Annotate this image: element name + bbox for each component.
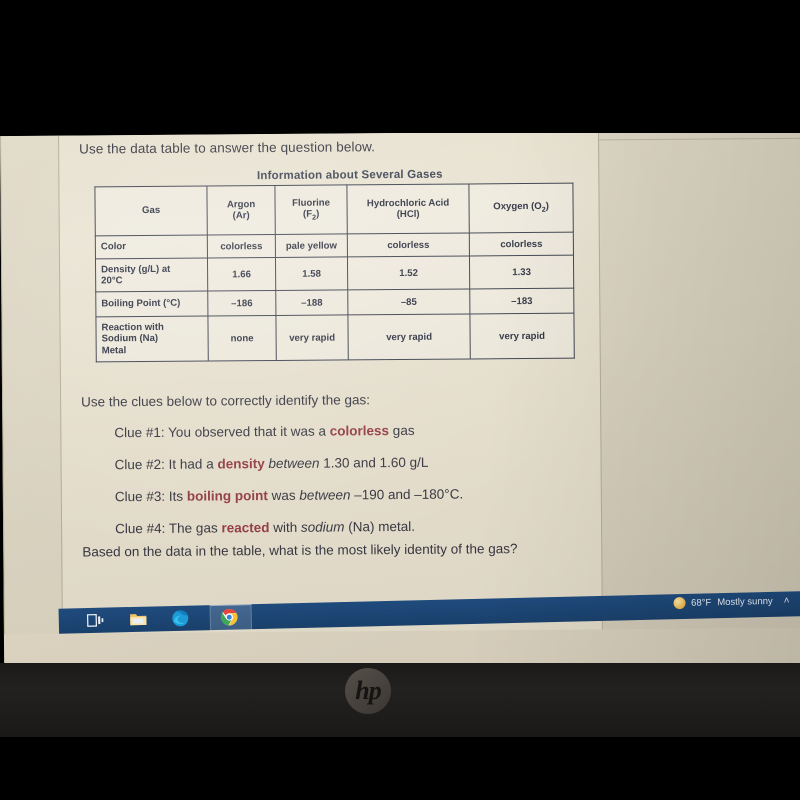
gas-data-table: Gas Argon (Ar) Fluorine (F2) Hydrochlori… bbox=[94, 183, 575, 363]
cell-value: very rapid bbox=[275, 314, 349, 361]
cell-value: 1.52 bbox=[347, 255, 470, 290]
hp-logo: hp bbox=[345, 668, 391, 714]
chevron-up-icon[interactable]: ˄ bbox=[784, 595, 790, 606]
clue-mid: was bbox=[267, 487, 300, 504]
cell-value: 1.33 bbox=[469, 255, 574, 289]
clue-item-3: Clue #3: Its boiling point was between –… bbox=[115, 486, 587, 505]
row-label: Color bbox=[95, 235, 208, 259]
clue-italic: between bbox=[268, 455, 320, 472]
table-title: Information about Several Gases bbox=[256, 168, 443, 183]
table-row-boiling-point: Boiling Point (°C) –186 –188 –85 –183 bbox=[95, 288, 574, 317]
column-formula: (F2) bbox=[302, 208, 320, 222]
laptop-screen: Use the data table to answer the questio… bbox=[0, 129, 800, 674]
clue-prefix: Clue #2: It had a bbox=[114, 456, 218, 473]
table-row-sodium-reaction: Reaction with Sodium (Na) Metal none very … bbox=[95, 313, 575, 362]
table-corner-header: Gas bbox=[94, 186, 208, 236]
clue-item-1: Clue #1: You observed that it was a colo… bbox=[114, 422, 586, 441]
weather-condition: Mostly sunny bbox=[717, 595, 773, 608]
column-name: Fluorine bbox=[292, 197, 331, 209]
column-name: Oxygen (O2) bbox=[493, 201, 549, 215]
cell-value: colorless bbox=[347, 232, 470, 257]
weather-widget[interactable]: 68°F Mostly sunny ˄ bbox=[672, 594, 790, 610]
cell-value: very rapid bbox=[469, 313, 575, 359]
column-formula: (HCl) bbox=[396, 208, 420, 221]
clues-lead: Use the clues below to correctly identif… bbox=[81, 392, 371, 410]
column-formula: (Ar) bbox=[232, 210, 250, 222]
column-name: Hydrochloric Acid bbox=[366, 197, 450, 209]
page-right-margin bbox=[598, 129, 800, 630]
cell-value: 1.66 bbox=[207, 257, 276, 292]
clue-highlight: density bbox=[217, 456, 265, 472]
photo-top-border bbox=[0, 0, 800, 133]
clue-item-2: Clue #2: It had a density between 1.30 a… bbox=[114, 454, 587, 473]
cell-value: –188 bbox=[275, 289, 348, 316]
clues-section: Use the clues below to correctly identif… bbox=[81, 391, 587, 554]
column-header-oxygen: Oxygen (O2) bbox=[468, 183, 574, 233]
row-label: Density (g/L) at 20°C bbox=[95, 258, 208, 292]
clue-suffix: –190 and –180°C. bbox=[350, 486, 464, 503]
cell-value: none bbox=[207, 315, 277, 362]
column-name: Argon bbox=[226, 198, 256, 211]
task-view-icon[interactable] bbox=[86, 611, 105, 630]
clue-highlight: colorless bbox=[329, 423, 390, 439]
laptop-bezel: hp bbox=[0, 663, 800, 737]
page-left-margin bbox=[0, 135, 63, 635]
clue-item-4: Clue #4: The gas reacted with sodium (Na… bbox=[115, 518, 587, 537]
column-header-hydrochloric-acid: Hydrochloric Acid (HCl) bbox=[346, 183, 470, 234]
clue-highlight: reacted bbox=[221, 520, 270, 536]
weather-temperature: 68°F bbox=[690, 596, 712, 609]
column-header-fluorine: Fluorine (F2) bbox=[274, 184, 348, 235]
table-row-density: Density (g/L) at 20°C 1.66 1.58 1.52 1.33 bbox=[95, 255, 574, 292]
cell-value: –85 bbox=[347, 288, 470, 315]
clue-prefix: Clue #1: You observed that it was a bbox=[114, 423, 330, 441]
cell-value: colorless bbox=[207, 234, 276, 259]
photo-bottom-border bbox=[0, 737, 800, 800]
sun-icon bbox=[672, 596, 686, 610]
clue-mid: with bbox=[269, 519, 302, 536]
clue-italic: between bbox=[299, 487, 351, 503]
clue-suffix: (Na) metal. bbox=[344, 518, 416, 535]
intro-instruction: Use the data table to answer the questio… bbox=[79, 139, 376, 157]
clue-suffix: 1.30 and 1.60 g/L bbox=[319, 454, 429, 471]
clue-prefix: Clue #4: The gas bbox=[115, 520, 222, 537]
table-header-row: Gas Argon (Ar) Fluorine (F2) Hydrochlori… bbox=[94, 183, 574, 236]
google-chrome-icon[interactable] bbox=[220, 607, 239, 626]
cell-value: 1.58 bbox=[275, 256, 348, 291]
column-header-argon: Argon (Ar) bbox=[206, 185, 276, 236]
microsoft-edge-icon[interactable] bbox=[171, 609, 190, 628]
clue-highlight: boiling point bbox=[186, 488, 268, 504]
worksheet-page: Use the data table to answer the questio… bbox=[58, 131, 603, 634]
cell-value: very rapid bbox=[347, 313, 471, 360]
screenshot-root: Use the data table to answer the questio… bbox=[0, 0, 800, 800]
file-explorer-icon[interactable] bbox=[129, 610, 148, 629]
cell-value: –183 bbox=[469, 288, 574, 314]
clue-italic: sodium bbox=[300, 519, 345, 535]
clue-prefix: Clue #3: Its bbox=[114, 488, 187, 505]
row-label: Boiling Point (°C) bbox=[95, 291, 208, 317]
cell-value: –186 bbox=[207, 290, 276, 317]
clue-suffix: gas bbox=[388, 422, 415, 439]
final-question: Based on the data in the table, what is … bbox=[82, 541, 518, 560]
cell-value: pale yellow bbox=[275, 233, 348, 258]
cell-value: colorless bbox=[469, 232, 574, 256]
row-label: Reaction with Sodium (Na) Metal bbox=[95, 316, 209, 362]
